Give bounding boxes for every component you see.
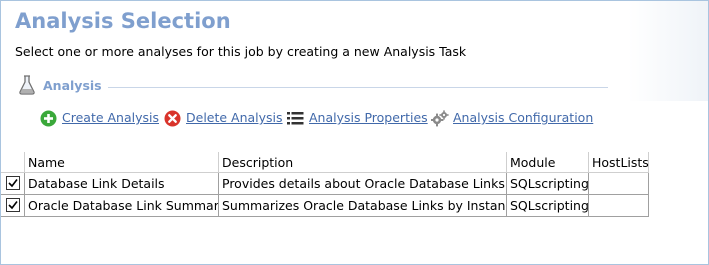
row-hostlists bbox=[589, 173, 649, 195]
row-checkbox-cell bbox=[1, 195, 25, 217]
column-header-description[interactable]: Description bbox=[219, 152, 507, 173]
analysis-configuration-label[interactable]: Analysis Configuration bbox=[453, 110, 593, 125]
row-checkbox[interactable] bbox=[6, 198, 20, 212]
row-description: Provides details about Oracle Database L… bbox=[219, 173, 507, 195]
delete-icon bbox=[164, 110, 181, 127]
row-hostlists bbox=[589, 195, 649, 217]
gears-icon bbox=[430, 110, 449, 127]
analysis-table: Name Description Module HostLists Databa… bbox=[1, 152, 708, 264]
row-name: Oracle Database Link Summary bbox=[25, 195, 219, 217]
analysis-properties-button[interactable]: Analysis Properties bbox=[287, 109, 428, 129]
checkbox-column-header bbox=[1, 152, 25, 173]
background-decoration bbox=[628, 1, 708, 101]
analysis-properties-label[interactable]: Analysis Properties bbox=[309, 110, 428, 125]
flask-icon bbox=[18, 75, 36, 95]
analysis-configuration-button[interactable]: Analysis Configuration bbox=[430, 109, 593, 129]
create-analysis-button[interactable]: Create Analysis bbox=[40, 109, 160, 129]
table-row[interactable]: Oracle Database Link Summary Summarizes … bbox=[1, 195, 649, 217]
delete-analysis-button[interactable]: Delete Analysis bbox=[164, 109, 283, 129]
delete-analysis-label[interactable]: Delete Analysis bbox=[186, 110, 283, 125]
page-title: Analysis Selection bbox=[15, 9, 231, 33]
list-icon bbox=[287, 110, 304, 127]
create-analysis-label[interactable]: Create Analysis bbox=[62, 110, 159, 125]
section-divider bbox=[108, 87, 608, 88]
section-label: Analysis bbox=[43, 78, 102, 93]
row-module: SQLscripting bbox=[507, 173, 589, 195]
row-checkbox-cell bbox=[1, 173, 25, 195]
table-header: Name Description Module HostLists bbox=[1, 152, 708, 173]
column-header-name[interactable]: Name bbox=[25, 152, 219, 173]
add-icon bbox=[40, 110, 57, 127]
row-description: Summarizes Oracle Database Links by Inst… bbox=[219, 195, 507, 217]
column-header-module[interactable]: Module bbox=[507, 152, 589, 173]
row-checkbox[interactable] bbox=[6, 176, 20, 190]
row-module: SQLscripting bbox=[507, 195, 589, 217]
analysis-section-header: Analysis bbox=[18, 75, 608, 97]
table-row[interactable]: Database Link Details Provides details a… bbox=[1, 173, 649, 195]
analysis-selection-panel: Analysis Selection Select one or more an… bbox=[0, 0, 709, 265]
column-header-hostlists[interactable]: HostLists bbox=[589, 152, 649, 173]
row-name: Database Link Details bbox=[25, 173, 219, 195]
page-subtitle: Select one or more analyses for this job… bbox=[15, 44, 467, 59]
